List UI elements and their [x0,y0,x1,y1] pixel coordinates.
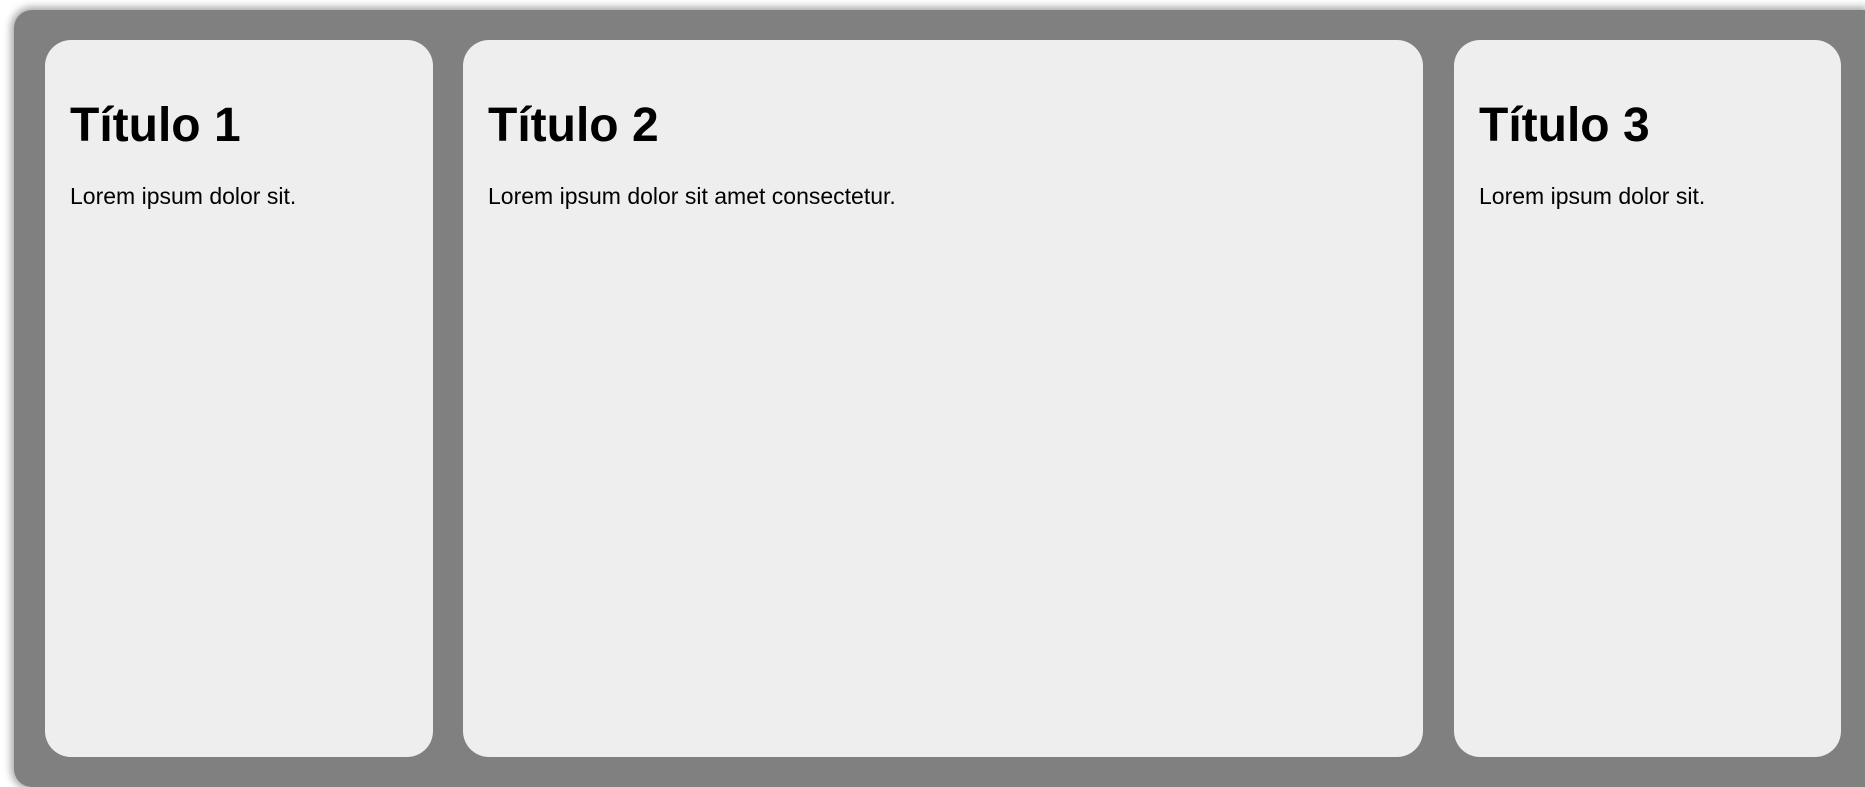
card-3: Título 3 Lorem ipsum dolor sit. [1454,40,1841,757]
card-title: Título 3 [1479,99,1650,152]
card-1: Título 1 Lorem ipsum dolor sit. [45,40,433,757]
cards-container: Título 1 Lorem ipsum dolor sit. Título 2… [14,10,1865,787]
card-title: Título 1 [70,99,241,152]
card-2: Título 2 Lorem ipsum dolor sit amet cons… [463,40,1423,757]
card-text: Lorem ipsum dolor sit amet consectetur. [488,183,896,209]
card-title: Título 2 [488,99,659,152]
card-text: Lorem ipsum dolor sit. [1479,183,1706,209]
card-text: Lorem ipsum dolor sit. [70,183,297,209]
